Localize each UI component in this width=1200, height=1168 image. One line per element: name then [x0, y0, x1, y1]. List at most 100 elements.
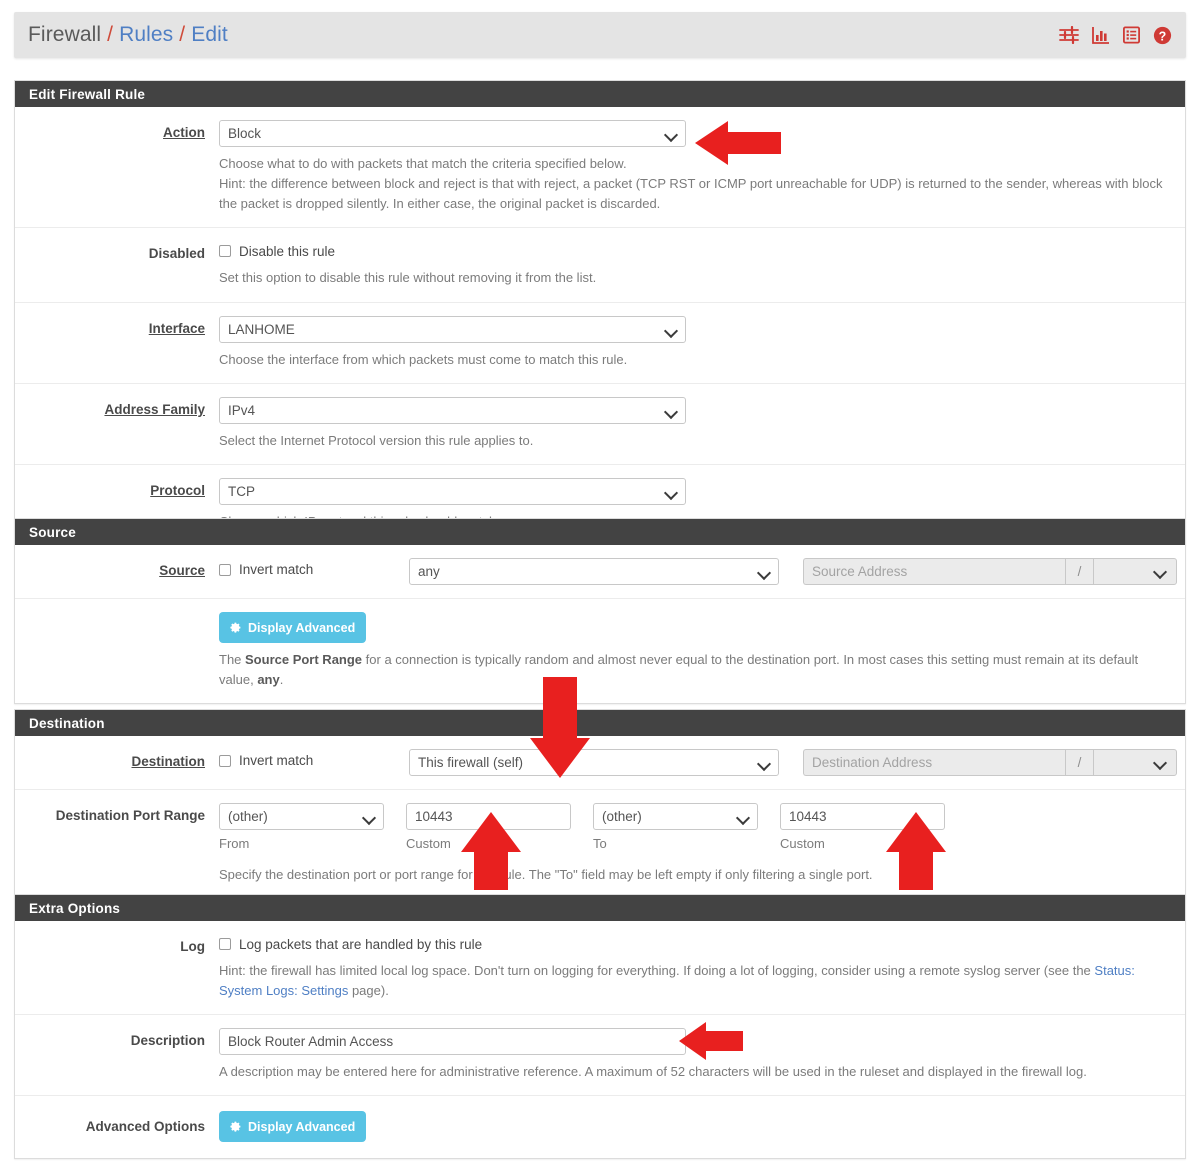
hint-source-bold1: Source Port Range — [245, 652, 363, 667]
hint-description: A description may be entered here for ad… — [219, 1064, 1087, 1080]
hint-disabled: Set this option to disable this rule wit… — [219, 270, 597, 286]
source-address-slash: / — [1065, 558, 1093, 585]
log-checkbox-line[interactable]: Log packets that are handled by this rul… — [219, 934, 1171, 954]
log-checkbox[interactable] — [219, 938, 231, 950]
port-from-select[interactable]: (other) — [219, 803, 384, 830]
destination-address-group: Destination Address / — [803, 749, 1177, 776]
hint-source-pre: The — [219, 652, 246, 667]
row-log: Log Log packets that are handled by this… — [15, 921, 1185, 1016]
firewall-rule-edit-page: Firewall / Rules / Edit ? Edit Firewall … — [0, 0, 1200, 1168]
destination-inline-group: Invert match This firewall (self) Destin… — [219, 749, 1177, 776]
destination-address-input[interactable]: Destination Address — [803, 749, 1065, 776]
destination-type-select[interactable]: This firewall (self) — [409, 749, 779, 776]
source-display-advanced-label: Display Advanced — [248, 620, 356, 635]
gear-icon — [228, 1120, 242, 1134]
header-icon-group: ? — [1059, 26, 1172, 45]
panel-body-destination: Destination Invert match This firewall (… — [15, 736, 1185, 898]
label-destination-port-range: Destination Port Range — [55, 808, 205, 823]
row-source-advanced: Display Advanced The Source Port Range f… — [15, 599, 1185, 703]
log-checkbox-label: Log packets that are handled by this rul… — [239, 936, 483, 952]
port-range-group: (other) From 10443 Custom (other) To 104… — [219, 803, 1171, 851]
label-disabled: Disabled — [148, 246, 205, 262]
interface-select[interactable]: LANHOME — [219, 315, 686, 343]
source-type-select[interactable]: any — [409, 558, 779, 585]
panel-body-source: Source Invert match any Source Address / — [15, 545, 1185, 703]
sliders-icon[interactable] — [1059, 26, 1079, 44]
row-interface: Interface LANHOME Choose the interface f… — [15, 303, 1185, 384]
hint-source-port-range: The Source Port Range for a connection i… — [219, 650, 1171, 690]
hint-address-family: Select the Internet Protocol version thi… — [219, 432, 534, 448]
arrow-description-field — [679, 1021, 743, 1061]
advanced-options-display-advanced-label: Display Advanced — [248, 1119, 356, 1134]
port-to-column: (other) To — [593, 803, 758, 851]
gear-icon — [228, 621, 242, 635]
breadcrumb-item-edit[interactable]: Edit — [191, 23, 228, 47]
source-address-input[interactable]: Source Address — [803, 558, 1065, 585]
panel-title-extra-options: Extra Options — [15, 895, 1185, 921]
panel-edit-firewall-rule: Edit Firewall Rule Action Block Choose w… — [14, 80, 1186, 546]
row-address-family: Address Family IPv4 Select the Internet … — [15, 384, 1185, 465]
disable-rule-checkbox-line[interactable]: Disable this rule — [219, 241, 1171, 261]
row-disabled: Disabled Disable this rule Set this opti… — [15, 228, 1185, 303]
field-advanced-options: Display Advanced — [219, 1111, 1185, 1143]
label-action: Action — [163, 125, 205, 140]
label-address-family: Address Family — [104, 401, 205, 417]
description-input[interactable]: Block Router Admin Access — [219, 1028, 686, 1056]
breadcrumb-bar: Firewall / Rules / Edit ? — [14, 12, 1186, 58]
arrow-port-to-custom — [884, 812, 948, 890]
field-interface: LANHOME Choose the interface from which … — [219, 315, 1185, 370]
list-icon[interactable] — [1123, 26, 1140, 44]
help-icon[interactable]: ? — [1153, 26, 1172, 45]
panel-title-edit-firewall-rule: Edit Firewall Rule — [15, 81, 1185, 107]
protocol-select[interactable]: TCP — [219, 477, 686, 505]
field-address-family: IPv4 Select the Internet Protocol versio… — [219, 396, 1185, 451]
hint-action-line2: Hint: the difference between block and r… — [219, 176, 1163, 212]
panel-source: Source Source Invert match any Source Ad… — [14, 518, 1186, 705]
breadcrumb-separator: / — [107, 23, 114, 46]
hint-source-post: . — [279, 672, 284, 688]
field-destination: Invert match This firewall (self) Destin… — [219, 749, 1191, 776]
svg-text:?: ? — [1159, 29, 1167, 43]
row-destination-port-range: Destination Port Range (other) From 1044… — [15, 790, 1185, 898]
destination-invert-checkbox[interactable] — [219, 754, 231, 767]
destination-invert-match[interactable]: Invert match — [219, 749, 409, 768]
advanced-options-display-advanced-button[interactable]: Display Advanced — [219, 1111, 367, 1143]
destination-address-slash: / — [1065, 749, 1093, 776]
field-destination-port-range: (other) From 10443 Custom (other) To 104… — [219, 803, 1185, 885]
panel-title-destination: Destination — [15, 710, 1185, 736]
row-destination: Destination Invert match This firewall (… — [15, 736, 1185, 790]
source-invert-checkbox[interactable] — [219, 563, 231, 576]
breadcrumb-item-rules[interactable]: Rules — [119, 23, 173, 47]
field-disabled: Disable this rule Set this option to dis… — [219, 241, 1185, 288]
label-source: Source — [159, 563, 205, 578]
breadcrumb-separator: / — [179, 23, 186, 46]
source-mask-select[interactable] — [1093, 558, 1177, 585]
port-from-caption: From — [219, 836, 250, 851]
source-inline-group: Invert match any Source Address / — [219, 558, 1177, 585]
address-family-select[interactable]: IPv4 — [219, 396, 686, 424]
chart-icon[interactable] — [1092, 26, 1110, 44]
action-select[interactable]: Block — [219, 120, 686, 147]
source-address-group: Source Address / — [803, 558, 1177, 585]
row-action: Action Block Choose what to do with pack… — [15, 107, 1185, 229]
field-log: Log packets that are handled by this rul… — [219, 934, 1185, 1001]
source-invert-match[interactable]: Invert match — [219, 558, 409, 577]
panel-destination: Destination Destination Invert match Thi… — [14, 709, 1186, 900]
hint-destination-port-range: Specify the destination port or port ran… — [219, 867, 873, 882]
port-from-column: (other) From — [219, 803, 384, 851]
row-advanced-options: Advanced Options Display Advanced — [15, 1096, 1185, 1158]
breadcrumb-item-firewall: Firewall — [28, 23, 102, 46]
source-display-advanced-button[interactable]: Display Advanced — [219, 612, 367, 643]
destination-mask-select[interactable] — [1093, 749, 1177, 776]
panel-body-edit-firewall-rule: Action Block Choose what to do with pack… — [15, 107, 1185, 545]
row-description: Description Block Router Admin Access A … — [15, 1015, 1185, 1097]
panel-extra-options: Extra Options Log Log packets that are h… — [14, 894, 1186, 1160]
disable-rule-checkbox-label: Disable this rule — [239, 243, 336, 259]
port-to-select[interactable]: (other) — [593, 803, 758, 830]
hint-interface: Choose the interface from which packets … — [219, 351, 628, 367]
disable-rule-checkbox[interactable] — [219, 245, 231, 258]
arrow-destination-type-select — [528, 677, 592, 778]
destination-invert-label: Invert match — [239, 753, 314, 768]
label-source-advanced-spacer — [15, 612, 219, 690]
port-to-caption: To — [593, 836, 607, 851]
